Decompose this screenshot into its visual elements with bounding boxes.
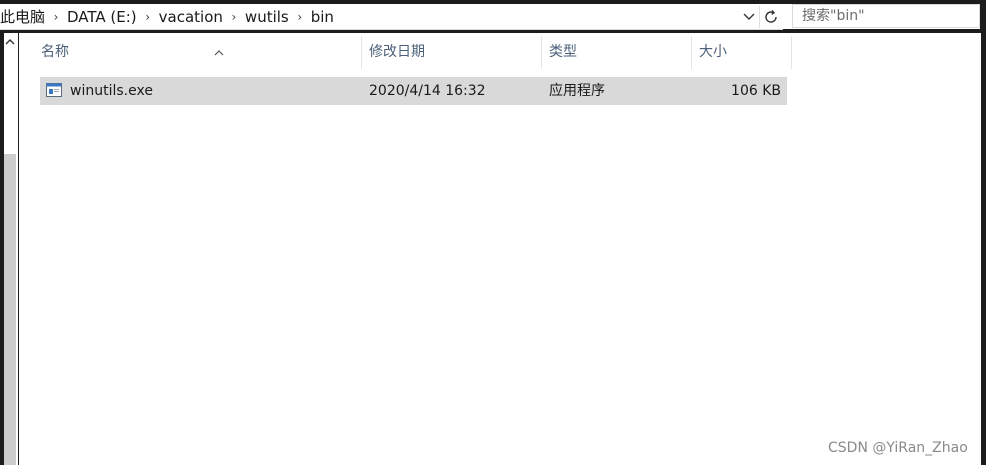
scroll-up-icon[interactable] — [4, 37, 16, 49]
navigation-scrollbar-thumb[interactable] — [4, 154, 16, 465]
column-header-modified[interactable]: 修改日期 — [369, 36, 541, 69]
history-dropdown-button[interactable] — [739, 6, 759, 28]
column-header-name[interactable]: 名称 — [41, 36, 361, 69]
column-header-name-label: 名称 — [41, 44, 69, 60]
file-modified-date: 2020/4/14 16:32 — [369, 83, 486, 99]
file-row[interactable]: winutils.exe 2020/4/14 16:32 应用程序 106 KB — [40, 77, 787, 105]
breadcrumb-drive[interactable]: DATA (E:) — [67, 8, 137, 26]
file-name[interactable]: winutils.exe — [70, 77, 153, 105]
column-header-size[interactable]: 大小 — [699, 36, 791, 69]
sort-ascending-icon — [214, 36, 224, 69]
column-divider[interactable] — [691, 36, 692, 69]
breadcrumb-this-pc[interactable]: 此电脑 — [0, 6, 45, 27]
column-header-size-label: 大小 — [699, 44, 727, 60]
refresh-button[interactable] — [759, 6, 782, 28]
file-list: 名称 修改日期 类型 大小 winutils.exe 2020/4/14 16:… — [19, 33, 981, 465]
column-header-type-label: 类型 — [549, 44, 577, 60]
refresh-icon — [765, 10, 777, 23]
breadcrumb-separator-icon[interactable]: › — [137, 10, 159, 24]
breadcrumb-bin[interactable]: bin — [311, 8, 334, 26]
column-divider[interactable] — [541, 36, 542, 69]
breadcrumb-wutils[interactable]: wutils — [245, 8, 289, 26]
breadcrumb-separator-icon[interactable]: › — [45, 10, 67, 24]
explorer-window: 此电脑 › DATA (E:) › vacation › wutils › bi… — [0, 0, 986, 465]
column-header-type[interactable]: 类型 — [549, 36, 691, 69]
breadcrumb-separator-icon[interactable]: › — [223, 10, 245, 24]
address-row: 此电脑 › DATA (E:) › vacation › wutils › bi… — [0, 4, 980, 30]
file-type: 应用程序 — [549, 83, 605, 99]
file-size: 106 KB — [731, 83, 781, 99]
column-divider[interactable] — [791, 36, 792, 69]
chevron-down-icon — [743, 13, 755, 20]
breadcrumb-vacation[interactable]: vacation — [159, 8, 223, 26]
watermark: CSDN @YiRan_Zhao — [828, 440, 968, 456]
caret-up-icon — [5, 39, 15, 45]
address-bar[interactable]: 此电脑 › DATA (E:) › vacation › wutils › bi… — [0, 4, 783, 30]
breadcrumb-separator-icon[interactable]: › — [289, 10, 311, 24]
column-header-modified-label: 修改日期 — [369, 44, 425, 60]
exe-icon — [46, 83, 62, 97]
column-divider[interactable] — [361, 36, 362, 69]
search-input[interactable]: 搜索"bin" — [792, 4, 980, 28]
